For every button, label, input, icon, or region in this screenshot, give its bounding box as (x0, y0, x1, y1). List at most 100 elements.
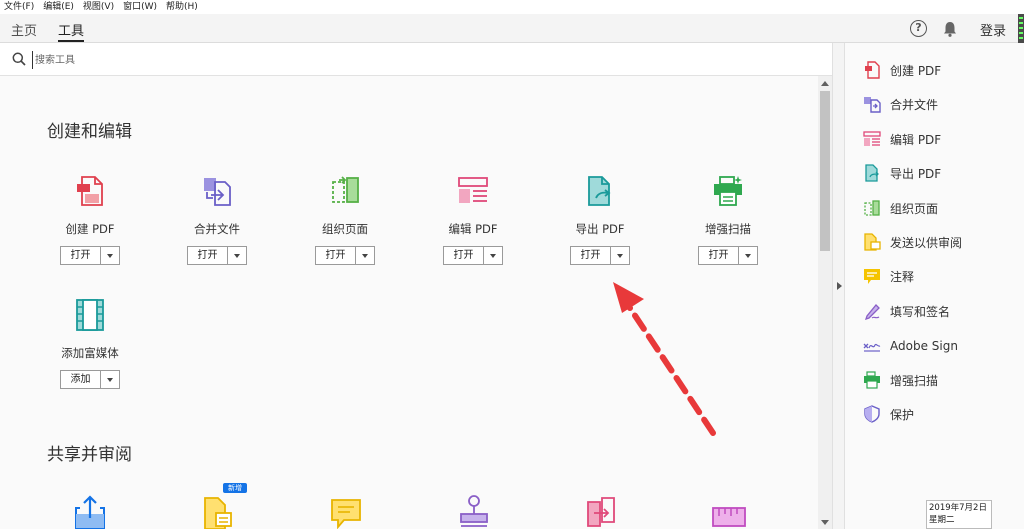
share-icon[interactable] (74, 494, 106, 529)
rp-item-edit-pdf[interactable]: 编辑 PDF (863, 129, 941, 149)
fill-sign-icon (864, 304, 880, 320)
search-input[interactable] (32, 51, 432, 69)
measure-icon[interactable] (711, 504, 747, 529)
chevron-down-icon[interactable] (101, 247, 119, 264)
tools-content: 创建和编辑 创建 PDF 打开 合并文件 打开 组织页面 打开 编辑 PDF 打… (0, 76, 818, 529)
export-pdf-icon (865, 164, 879, 182)
rp-item-export-pdf[interactable]: 导出 PDF (863, 163, 941, 183)
compare-icon[interactable] (584, 496, 618, 529)
tool-label: 合并文件 (194, 222, 240, 236)
rp-label: 导出 PDF (890, 166, 942, 181)
panel-toggle-handle[interactable] (832, 43, 845, 529)
taskbar-date: 2019年7月2日 星期二 (926, 500, 992, 529)
open-button-label[interactable]: 打开 (699, 247, 739, 264)
enhance-scan-icon (714, 176, 742, 206)
tab-home[interactable]: 主页 (11, 20, 37, 39)
tool-label: 组织页面 (322, 222, 368, 236)
rp-item-comment[interactable]: 注释 (863, 266, 914, 286)
menubar: 文件(F) 编辑(E) 视图(V) 窗口(W) 帮助(H) (0, 0, 1024, 14)
rp-item-combine-files[interactable]: 合并文件 (863, 94, 938, 114)
rp-label: 编辑 PDF (890, 132, 942, 147)
chevron-down-icon[interactable] (739, 247, 757, 264)
rp-label: 合并文件 (890, 97, 939, 112)
rp-item-enhance-scan[interactable]: 增强扫描 (863, 370, 938, 390)
rp-label: 注释 (890, 269, 915, 284)
help-icon[interactable]: ? (910, 20, 927, 37)
date-text: 2019年7月2日 (929, 503, 987, 513)
rich-media-icon (76, 299, 104, 331)
send-for-review-icon (864, 233, 881, 251)
rp-item-send-for-review[interactable]: 发送以供审阅 (863, 232, 962, 252)
open-button-label[interactable]: 打开 (444, 247, 484, 264)
rp-item-adobe-sign[interactable]: Adobe Sign (863, 336, 958, 356)
tool-label: 增强扫描 (705, 222, 751, 236)
export-pdf-icon (588, 176, 611, 206)
open-button-label[interactable]: 打开 (316, 247, 356, 264)
right-tools-panel: 创建 PDF 合并文件 编辑 PDF 导出 PDF 组织页面 发送以供审阅 注释… (845, 43, 1024, 529)
chevron-down-icon[interactable] (228, 247, 246, 264)
rp-label: Adobe Sign (890, 339, 958, 353)
add-button[interactable]: 添加 (60, 370, 120, 389)
new-badge: 新增 (223, 483, 247, 493)
tool-label: 添加富媒体 (61, 346, 119, 360)
rp-label: 填写和签名 (890, 304, 951, 319)
stamp-icon[interactable] (458, 494, 490, 529)
rp-item-organize-pages[interactable]: 组织页面 (863, 198, 938, 218)
rp-label: 保护 (890, 407, 915, 422)
tool-label: 编辑 PDF (448, 222, 498, 236)
create-pdf-icon (77, 176, 103, 206)
scroll-thumb[interactable] (820, 91, 830, 251)
combine-files-icon (204, 178, 231, 206)
section-title-create-edit: 创建和编辑 (47, 122, 132, 142)
vertical-scrollbar[interactable] (818, 76, 832, 529)
organize-pages-icon (864, 200, 880, 216)
scroll-up-icon[interactable] (821, 81, 829, 86)
bell-icon[interactable] (941, 20, 959, 38)
rp-label: 增强扫描 (890, 373, 939, 388)
edit-pdf-icon (458, 177, 488, 203)
search-bar (0, 43, 832, 76)
chevron-down-icon[interactable] (484, 247, 502, 264)
chevron-down-icon[interactable] (101, 371, 119, 388)
tab-tools[interactable]: 工具 (58, 20, 85, 42)
menu-window[interactable]: 窗口(W) (123, 0, 157, 14)
menu-file[interactable]: 文件(F) (4, 0, 34, 14)
rp-item-create-pdf[interactable]: 创建 PDF (863, 60, 941, 80)
adobe-sign-icon (863, 343, 881, 352)
login-button[interactable]: 登录 (980, 20, 1006, 39)
chevron-down-icon[interactable] (611, 247, 629, 264)
open-button-label[interactable]: 打开 (61, 247, 101, 264)
protect-icon (864, 405, 880, 423)
open-button[interactable]: 打开 (698, 246, 758, 265)
chevron-down-icon[interactable] (356, 247, 374, 264)
organize-pages-icon (332, 176, 359, 203)
menu-edit[interactable]: 编辑(E) (43, 0, 74, 14)
open-button[interactable]: 打开 (60, 246, 120, 265)
create-pdf-icon (865, 61, 880, 79)
open-button[interactable]: 打开 (443, 246, 503, 265)
comment-icon[interactable] (330, 498, 362, 529)
enhance-scan-icon (864, 371, 880, 389)
section-title-share-review: 共享并审阅 (47, 445, 132, 465)
comment-icon (864, 269, 880, 284)
rp-item-fill-sign[interactable]: 填写和签名 (863, 301, 950, 321)
tab-bar: 主页 工具 ? 登录 (0, 14, 1018, 43)
open-button-label[interactable]: 打开 (571, 247, 611, 264)
search-icon (12, 52, 26, 66)
open-button[interactable]: 打开 (315, 246, 375, 265)
add-button-label[interactable]: 添加 (61, 371, 101, 388)
menu-view[interactable]: 视图(V) (83, 0, 114, 14)
open-button[interactable]: 打开 (570, 246, 630, 265)
weekday-text: 星期二 (929, 515, 955, 525)
rp-label: 创建 PDF (890, 63, 942, 78)
rp-label: 发送以供审阅 (890, 235, 963, 250)
tool-label: 导出 PDF (575, 222, 625, 236)
rp-label: 组织页面 (890, 201, 939, 216)
rp-item-protect[interactable]: 保护 (863, 404, 914, 424)
menu-help[interactable]: 帮助(H) (166, 0, 198, 14)
scroll-down-icon[interactable] (821, 520, 829, 525)
open-button[interactable]: 打开 (187, 246, 247, 265)
open-button-label[interactable]: 打开 (188, 247, 228, 264)
send-for-review-icon[interactable] (202, 496, 234, 529)
edit-pdf-icon (863, 131, 881, 146)
